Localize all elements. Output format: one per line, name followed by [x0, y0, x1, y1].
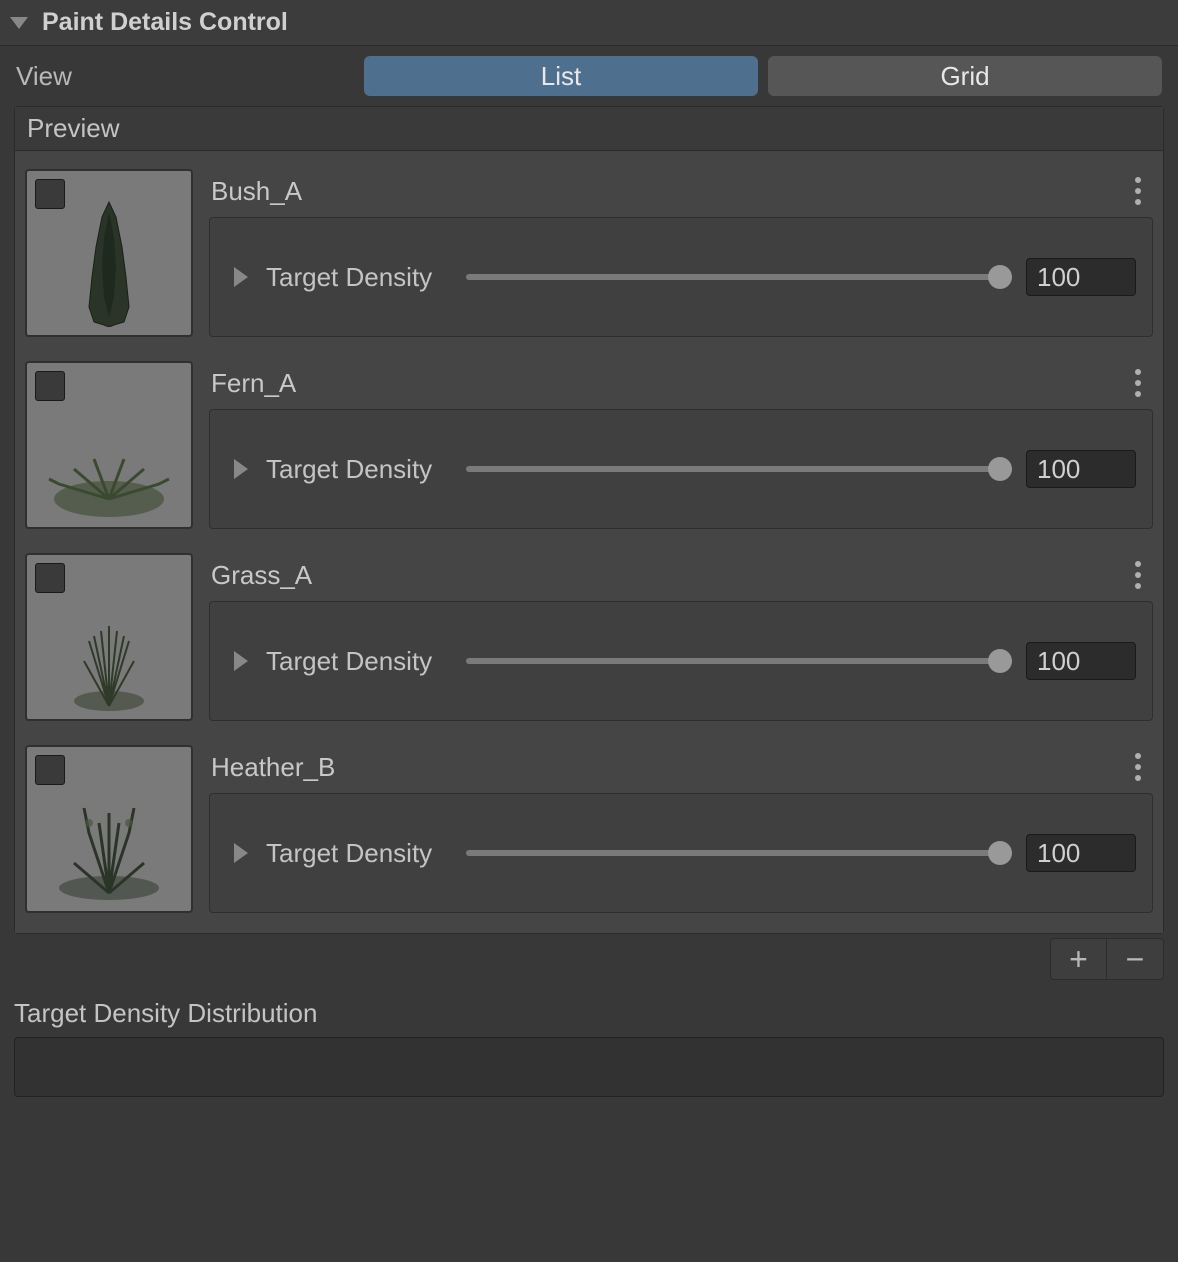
- density-label: Target Density: [266, 262, 466, 293]
- density-value-input[interactable]: [1026, 450, 1136, 488]
- plant-icon: [59, 621, 159, 711]
- density-foldout-icon[interactable]: [234, 459, 248, 479]
- detail-name: Heather_B: [211, 752, 335, 783]
- density-slider-container: [466, 258, 1136, 296]
- detail-right: Bush_A Target Density: [209, 169, 1153, 337]
- density-slider-container: [466, 450, 1136, 488]
- density-value-input[interactable]: [1026, 834, 1136, 872]
- density-slider[interactable]: [466, 658, 1010, 664]
- detail-name-row: Grass_A: [209, 553, 1153, 601]
- more-options-icon[interactable]: [1131, 173, 1145, 209]
- panel-title: Paint Details Control: [42, 8, 288, 37]
- more-options-icon[interactable]: [1131, 749, 1145, 785]
- density-value-input[interactable]: [1026, 642, 1136, 680]
- density-box: Target Density: [209, 409, 1153, 529]
- detail-right: Fern_A Target Density: [209, 361, 1153, 529]
- preview-section: Preview Bush_A Target Density: [14, 106, 1164, 934]
- density-slider-container: [466, 642, 1136, 680]
- distribution-label: Target Density Distribution: [0, 990, 1178, 1037]
- density-label: Target Density: [266, 646, 466, 677]
- view-row: View List Grid: [0, 46, 1178, 106]
- density-foldout-icon[interactable]: [234, 651, 248, 671]
- density-slider-thumb[interactable]: [988, 457, 1012, 481]
- add-button[interactable]: +: [1051, 939, 1107, 979]
- more-options-icon[interactable]: [1131, 365, 1145, 401]
- select-checkbox[interactable]: [35, 755, 65, 785]
- density-slider-thumb[interactable]: [988, 841, 1012, 865]
- remove-button[interactable]: −: [1107, 939, 1163, 979]
- add-remove-row: + −: [0, 934, 1178, 990]
- density-slider[interactable]: [466, 274, 1010, 280]
- detail-item: Heather_B Target Density: [25, 745, 1153, 913]
- select-checkbox[interactable]: [35, 563, 65, 593]
- view-tab-group: List Grid: [364, 56, 1162, 96]
- detail-item: Grass_A Target Density: [25, 553, 1153, 721]
- detail-name-row: Bush_A: [209, 169, 1153, 217]
- density-slider-container: [466, 834, 1136, 872]
- more-options-icon[interactable]: [1131, 557, 1145, 593]
- plant-icon: [44, 449, 174, 519]
- detail-right: Grass_A Target Density: [209, 553, 1153, 721]
- density-box: Target Density: [209, 601, 1153, 721]
- density-slider[interactable]: [466, 466, 1010, 472]
- detail-thumbnail[interactable]: [25, 553, 193, 721]
- density-foldout-icon[interactable]: [234, 267, 248, 287]
- plant-icon: [44, 793, 174, 903]
- detail-item: Bush_A Target Density: [25, 169, 1153, 337]
- detail-right: Heather_B Target Density: [209, 745, 1153, 913]
- detail-name: Fern_A: [211, 368, 296, 399]
- density-slider[interactable]: [466, 850, 1010, 856]
- plant-icon: [64, 197, 154, 327]
- add-remove-box: + −: [1050, 938, 1164, 980]
- detail-name-row: Fern_A: [209, 361, 1153, 409]
- density-label: Target Density: [266, 454, 466, 485]
- density-foldout-icon[interactable]: [234, 843, 248, 863]
- view-label: View: [16, 61, 364, 92]
- detail-item: Fern_A Target Density: [25, 361, 1153, 529]
- density-box: Target Density: [209, 217, 1153, 337]
- density-value-input[interactable]: [1026, 258, 1136, 296]
- preview-body: Bush_A Target Density: [15, 151, 1163, 933]
- density-box: Target Density: [209, 793, 1153, 913]
- detail-thumbnail[interactable]: [25, 745, 193, 913]
- preview-header: Preview: [15, 107, 1163, 151]
- density-slider-thumb[interactable]: [988, 649, 1012, 673]
- detail-name: Bush_A: [211, 176, 302, 207]
- panel-header: Paint Details Control: [0, 0, 1178, 46]
- distribution-box[interactable]: [14, 1037, 1164, 1097]
- detail-thumbnail[interactable]: [25, 169, 193, 337]
- select-checkbox[interactable]: [35, 179, 65, 209]
- tab-list[interactable]: List: [364, 56, 758, 96]
- density-slider-thumb[interactable]: [988, 265, 1012, 289]
- panel-foldout-icon[interactable]: [10, 17, 28, 29]
- select-checkbox[interactable]: [35, 371, 65, 401]
- detail-thumbnail[interactable]: [25, 361, 193, 529]
- detail-name: Grass_A: [211, 560, 312, 591]
- density-label: Target Density: [266, 838, 466, 869]
- tab-grid[interactable]: Grid: [768, 56, 1162, 96]
- detail-name-row: Heather_B: [209, 745, 1153, 793]
